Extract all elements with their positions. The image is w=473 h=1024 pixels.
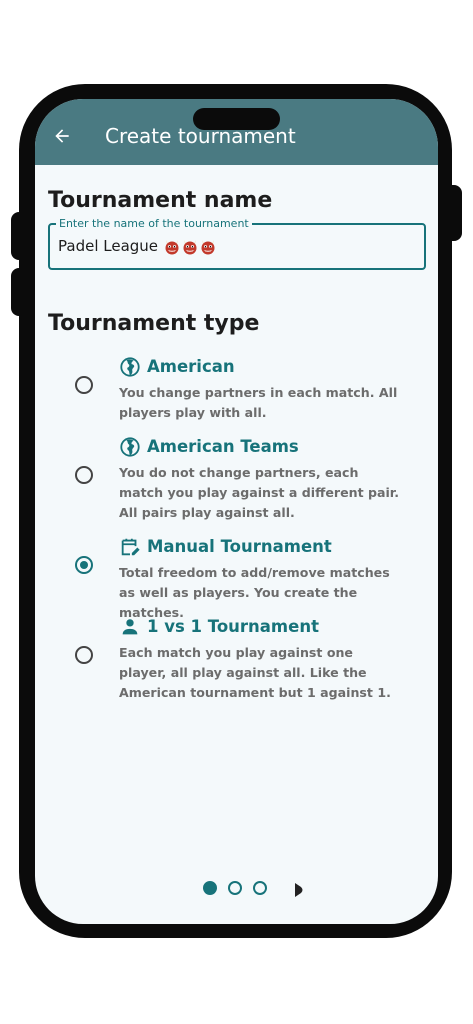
tournament-option-title: 1 vs 1 Tournament <box>147 617 319 636</box>
page-dot-3[interactable] <box>253 881 267 895</box>
app-screen: Create tournament Tournament name Enter … <box>35 99 438 924</box>
globe-americas-icon <box>119 356 141 378</box>
tournament-option-4[interactable]: 1 vs 1 Tournament Each match you play aga… <box>35 616 438 706</box>
tournament-name-input[interactable]: Padel League <box>58 237 218 256</box>
tournament-option-description: Each match you play against one player, … <box>119 645 391 700</box>
ogre-emoji <box>164 239 180 255</box>
page-dot-1[interactable] <box>203 881 217 895</box>
tournament-name-heading: Tournament name <box>48 188 273 213</box>
tournament-option-title: American Teams <box>147 437 299 456</box>
next-page-button[interactable] <box>293 882 305 897</box>
page-indicator <box>203 881 323 901</box>
phone-notch <box>193 108 280 130</box>
person-icon <box>119 616 141 638</box>
tournament-option-3[interactable]: Manual Tournament Total freedom to add/re… <box>35 536 438 626</box>
tournament-option-1[interactable]: American You change partners in each matc… <box>35 356 438 446</box>
tournament-option-radio[interactable] <box>75 376 93 394</box>
tournament-name-value: Padel League <box>58 237 159 255</box>
back-button[interactable] <box>49 123 75 149</box>
tournament-option-title: Manual Tournament <box>147 537 332 556</box>
stage: Create tournament Tournament name Enter … <box>0 0 473 1024</box>
arrow-left-icon <box>55 129 69 143</box>
ogre-emoji <box>200 239 216 255</box>
globe-americas-icon <box>119 436 141 458</box>
page-dot-2[interactable] <box>228 881 242 895</box>
tournament-option-radio[interactable] <box>75 556 93 574</box>
calendar-edit-icon <box>119 536 141 558</box>
tournament-option-description: You do not change partners, each match y… <box>119 465 400 520</box>
tournament-option-description: You change partners in each match. All p… <box>119 385 398 420</box>
tournament-option-description: Total freedom to add/remove matches as w… <box>119 565 390 620</box>
chevron-right-icon <box>295 883 303 897</box>
tournament-option-2[interactable]: American Teams You do not change partners… <box>35 436 438 526</box>
ogre-emoji <box>182 239 198 255</box>
tournament-name-field[interactable]: Enter the name of the tournament Padel L… <box>48 217 426 270</box>
tournament-name-field-label: Enter the name of the tournament <box>56 217 252 230</box>
tournament-option-radio[interactable] <box>75 466 93 484</box>
emoji-group <box>164 238 218 256</box>
tournament-type-heading: Tournament type <box>48 311 260 336</box>
tournament-option-radio[interactable] <box>75 646 93 664</box>
tournament-option-title: American <box>147 357 235 376</box>
